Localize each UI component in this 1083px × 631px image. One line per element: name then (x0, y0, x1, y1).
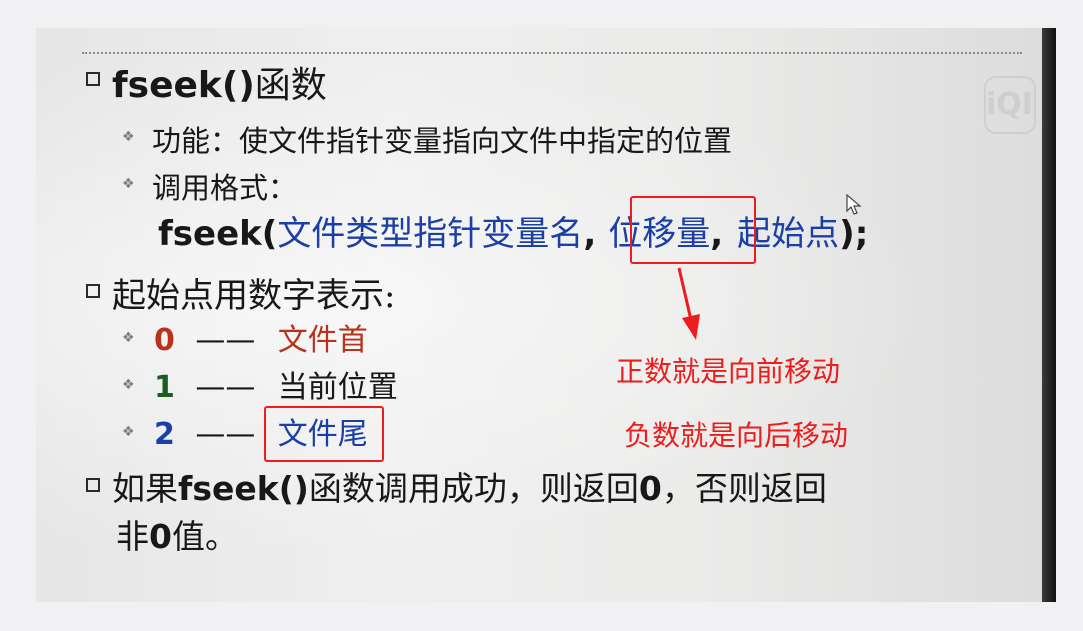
function-description: 功能：使文件指针变量指向文件中指定的位置 (152, 124, 733, 158)
syntax-comma: , (583, 214, 597, 254)
watermark-logo: iQIY (984, 76, 1036, 134)
syntax-line: fseek(文件类型指针变量名, 位移量, 起始点); (158, 206, 868, 255)
option-1-dash: —— (195, 370, 256, 405)
divider-line (82, 52, 1022, 54)
option-0-dash: —— (195, 323, 256, 358)
heading-return-text: ，否则返回 (661, 469, 827, 508)
option-2-dash: —— (195, 417, 256, 452)
annotation-arrow-icon (677, 267, 700, 340)
option-1-label: 当前位置 (277, 370, 398, 405)
bullet-square-icon (86, 72, 100, 86)
diamond-bullet-icon: ❖ (122, 424, 135, 440)
heading-fseek: fseek()函数 (112, 56, 327, 108)
option-2-num: 2 (154, 417, 175, 452)
heading-return-line2: 非0值。 (116, 510, 238, 558)
option-0-label: 文件首 (277, 323, 368, 358)
syntax-arg-pointer: 文件类型指针变量名 (277, 214, 584, 254)
annotation-positive: 正数就是向前移动 (616, 355, 841, 388)
screen-bezel (1042, 28, 1056, 602)
highlight-box-file-end (264, 406, 384, 462)
diamond-bullet-icon: ❖ (122, 129, 135, 145)
heading-return-text: 值。 (171, 517, 238, 556)
bullet-square-icon (86, 284, 100, 298)
slide-photo: iQIY fseek()函数 ❖ 功能：使文件指针变量指向文件中指定的位置 ❖ … (36, 28, 1056, 602)
heading-text: 函数 (254, 65, 327, 106)
call-format-label: 调用格式： (152, 171, 298, 205)
heading-return-code: fseek() (178, 469, 309, 508)
option-0: 0 —— 文件首 (154, 315, 368, 359)
heading-code: fseek() (112, 65, 255, 106)
bullet-square-icon (86, 478, 100, 492)
heading-return-text: 如果 (112, 469, 178, 508)
option-1-num: 1 (154, 370, 175, 405)
diamond-bullet-icon: ❖ (122, 176, 135, 192)
annotation-negative: 负数就是向后移动 (624, 419, 849, 452)
heading-return-text: 非 (116, 517, 149, 556)
heading-return-zero: 0 (149, 517, 172, 556)
option-0-num: 0 (154, 323, 175, 358)
option-1: 1 —— 当前位置 (154, 362, 398, 406)
heading-origin: 起始点用数字表示: (112, 276, 396, 316)
diamond-bullet-icon: ❖ (122, 330, 135, 346)
syntax-suffix: ); (839, 214, 869, 254)
highlight-box-offset (630, 196, 756, 264)
heading-return-line1: 如果fseek()函数调用成功，则返回0，否则返回 (112, 462, 827, 510)
heading-return-text: 函数调用成功，则返回 (308, 469, 639, 508)
syntax-prefix: fseek( (158, 214, 278, 254)
diamond-bullet-icon: ❖ (122, 377, 135, 393)
mouse-cursor-icon (846, 194, 862, 215)
heading-return-zero: 0 (638, 469, 662, 508)
